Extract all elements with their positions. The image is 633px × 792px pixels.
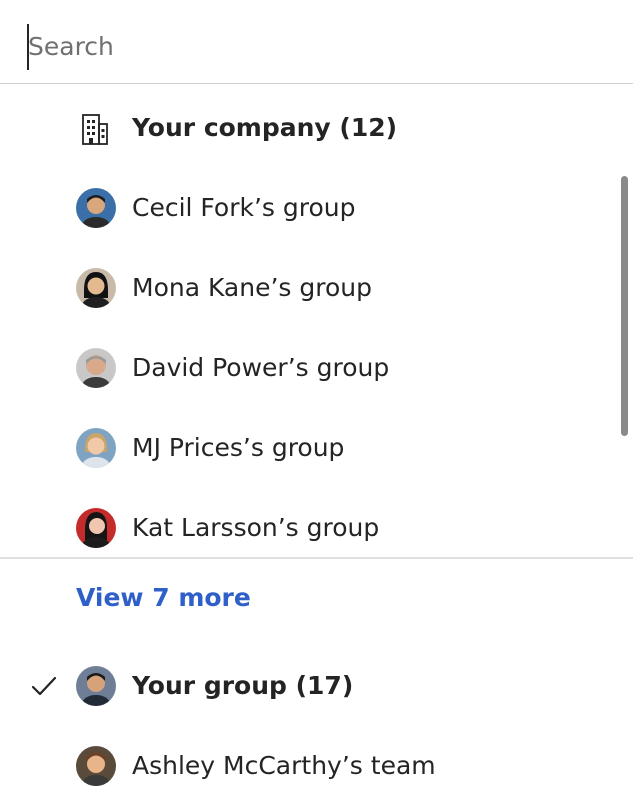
group-item[interactable]: Cecil Fork’s group	[0, 168, 620, 248]
search-input[interactable]	[28, 22, 588, 70]
your-group-label: Your group (17)	[132, 671, 354, 700]
team-label: Ashley McCarthy’s team	[132, 751, 436, 780]
your-group-item[interactable]: Your group (17)	[0, 646, 620, 726]
scrollbar-thumb[interactable]	[621, 176, 628, 436]
group-label: Mona Kane’s group	[132, 273, 373, 302]
company-item[interactable]: Your company (12)	[0, 88, 620, 168]
text-cursor	[27, 24, 29, 70]
team-item[interactable]: Ashley McCarthy’s team	[0, 726, 620, 792]
avatar	[76, 746, 116, 786]
avatar	[76, 508, 116, 548]
avatar	[76, 188, 116, 228]
avatar	[76, 666, 116, 706]
group-picker-panel: Your company (12) Cecil Fork’s group	[0, 0, 633, 792]
avatar	[76, 268, 116, 308]
avatar	[76, 428, 116, 468]
section-divider	[0, 557, 633, 559]
search-bar	[0, 0, 633, 84]
avatar	[76, 348, 116, 388]
group-item[interactable]: David Power’s group	[0, 328, 620, 408]
group-item[interactable]: Mona Kane’s group	[0, 248, 620, 328]
group-item[interactable]: Kat Larsson’s group	[0, 488, 620, 568]
view-more-link[interactable]: View 7 more	[76, 572, 251, 624]
company-label: Your company (12)	[132, 113, 398, 142]
group-label: MJ Prices’s group	[132, 433, 345, 462]
group-label: Kat Larsson’s group	[132, 513, 380, 542]
building-icon	[82, 114, 108, 145]
group-label: David Power’s group	[132, 353, 390, 382]
group-label: Cecil Fork’s group	[132, 193, 356, 222]
group-item[interactable]: MJ Prices’s group	[0, 408, 620, 488]
checkmark-icon	[31, 676, 57, 696]
